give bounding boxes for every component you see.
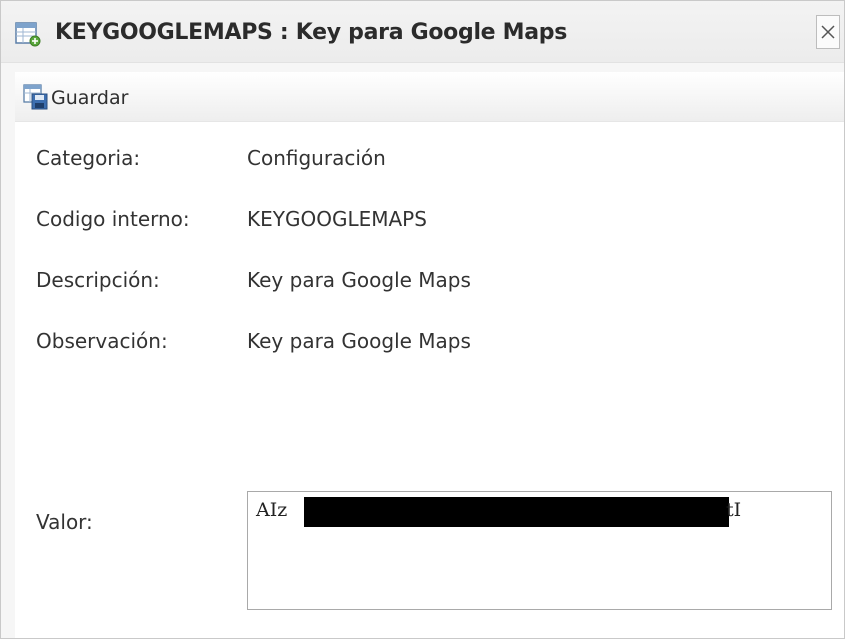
field-row-descripcion: Descripción: Key para Google Maps bbox=[15, 268, 844, 298]
field-label: Categoria: bbox=[36, 146, 141, 170]
field-value: Configuración bbox=[247, 146, 386, 170]
redaction-bar bbox=[304, 497, 729, 527]
save-button[interactable]: Guardar bbox=[19, 78, 128, 116]
field-label: Observación: bbox=[36, 329, 168, 353]
floppy-table-icon bbox=[23, 84, 49, 110]
close-button[interactable] bbox=[816, 15, 840, 49]
toolbar: Guardar bbox=[15, 72, 844, 122]
dialog-title: KEYGOOGLEMAPS : Key para Google Maps bbox=[55, 20, 568, 45]
field-row-codigo-interno: Codigo interno: KEYGOOGLEMAPS bbox=[15, 207, 844, 237]
field-label: Codigo interno: bbox=[36, 207, 190, 231]
table-form-icon bbox=[15, 21, 41, 47]
valor-textarea[interactable]: AIz tI bbox=[247, 491, 832, 610]
save-button-label: Guardar bbox=[51, 87, 129, 109]
valor-label: Valor: bbox=[36, 510, 93, 534]
valor-prefix: AIz bbox=[256, 499, 288, 521]
field-row-observacion: Observación: Key para Google Maps bbox=[15, 329, 844, 359]
dialog-content: Guardar Categoria: Configuración Codigo … bbox=[15, 72, 844, 638]
dialog-titlebar[interactable]: KEYGOOGLEMAPS : Key para Google Maps bbox=[1, 1, 844, 63]
field-value: Key para Google Maps bbox=[247, 329, 471, 353]
field-row-categoria: Categoria: Configuración bbox=[15, 146, 844, 176]
field-label: Descripción: bbox=[36, 268, 160, 292]
dialog-window: KEYGOOGLEMAPS : Key para Google Maps Gua… bbox=[0, 0, 845, 639]
close-icon bbox=[821, 25, 835, 39]
field-value: KEYGOOGLEMAPS bbox=[247, 207, 427, 231]
valor-suffix: tI bbox=[726, 499, 742, 521]
field-value: Key para Google Maps bbox=[247, 268, 471, 292]
